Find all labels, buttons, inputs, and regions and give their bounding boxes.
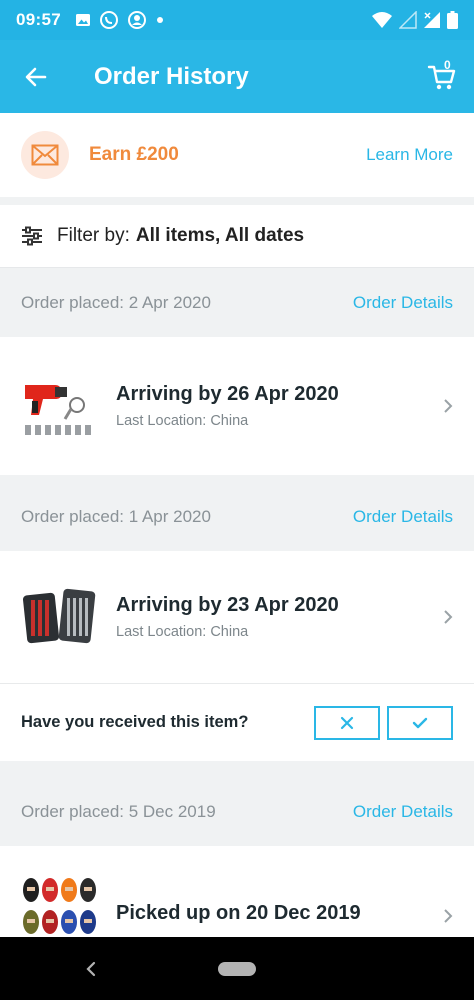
status-left-icons (75, 10, 165, 30)
filter-sliders-icon (22, 226, 42, 246)
order-details-link[interactable]: Order Details (353, 293, 453, 313)
app-icon (127, 11, 146, 29)
status-bar: 09:57 (0, 0, 474, 40)
promo-icon-circle (21, 131, 69, 179)
balaclava-masks-product-image (21, 876, 97, 937)
cart-button[interactable]: 0 (410, 40, 474, 113)
received-prompt: Have you received this item? (0, 683, 474, 761)
order-item[interactable]: Arriving by 26 Apr 2020 Last Location: C… (0, 337, 474, 475)
received-button[interactable] (387, 705, 453, 740)
chevron-right-icon (444, 610, 453, 624)
item-text: Picked up on 20 Dec 2019 (116, 876, 361, 925)
order-details-link[interactable]: Order Details (353, 802, 453, 822)
order-item[interactable]: Arriving by 23 Apr 2020 Last Location: C… (0, 551, 474, 683)
image-icon (75, 14, 90, 26)
screwdriver-set-product-image (21, 582, 97, 652)
received-question: Have you received this item? (21, 713, 249, 731)
dot-icon (156, 17, 163, 23)
arrow-left-icon (25, 67, 47, 86)
page-title: Order History (94, 62, 249, 90)
chevron-right-icon (444, 909, 453, 923)
wifi-icon (372, 12, 392, 28)
item-status-title: Arriving by 26 Apr 2020 (116, 383, 339, 405)
filter-bar[interactable]: Filter by: All items, All dates (0, 205, 474, 268)
signal-icon (399, 11, 417, 29)
item-last-location: Last Location: China (116, 624, 249, 640)
item-status-title: Arriving by 23 Apr 2020 (116, 594, 339, 616)
item-last-location: Last Location: China (116, 413, 249, 429)
order-header: Order placed: 1 Apr 2020 Order Details (0, 483, 474, 551)
order-placed-date: Order placed: 5 Dec 2019 (21, 802, 216, 821)
filter-label: Filter by: (57, 225, 130, 246)
order-placed-date: Order placed: 1 Apr 2020 (21, 507, 211, 526)
item-text: Arriving by 23 Apr 2020 Last Location: C… (116, 594, 339, 640)
order-item[interactable]: Picked up on 20 Dec 2019 (0, 846, 474, 937)
item-text: Arriving by 26 Apr 2020 Last Location: C… (116, 383, 339, 429)
order-details-link[interactable]: Order Details (353, 507, 453, 527)
app-bar: Order History 0 (0, 40, 474, 113)
battery-icon (447, 11, 458, 29)
order-placed-date: Order placed: 2 Apr 2020 (21, 293, 211, 312)
cart-icon (427, 65, 456, 89)
status-right-icons (371, 11, 458, 29)
cart-count-badge: 0 (444, 58, 451, 72)
order-header: Order placed: 2 Apr 2020 Order Details (0, 269, 474, 337)
check-icon (412, 717, 428, 728)
heat-gun-product-image (21, 371, 97, 441)
nav-home-pill[interactable] (218, 962, 256, 976)
signal-x-icon (424, 12, 440, 28)
system-navigation-bar (0, 937, 474, 1000)
filter-value: All items, All dates (135, 225, 305, 246)
envelope-icon (31, 144, 59, 166)
order-header: Order placed: 5 Dec 2019 Order Details (0, 778, 474, 846)
status-time: 09:57 (16, 10, 61, 29)
viber-icon (99, 11, 118, 29)
nav-back-icon[interactable] (84, 959, 98, 979)
learn-more-link[interactable]: Learn More (366, 145, 453, 165)
item-status-title: Picked up on 20 Dec 2019 (116, 902, 361, 924)
back-button[interactable] (0, 40, 72, 113)
promo-banner[interactable]: Earn £200 Learn More (0, 113, 474, 197)
close-icon (340, 716, 354, 729)
chevron-right-icon (444, 399, 453, 413)
not-received-button[interactable] (314, 705, 380, 740)
promo-text: Earn £200 (89, 144, 179, 165)
